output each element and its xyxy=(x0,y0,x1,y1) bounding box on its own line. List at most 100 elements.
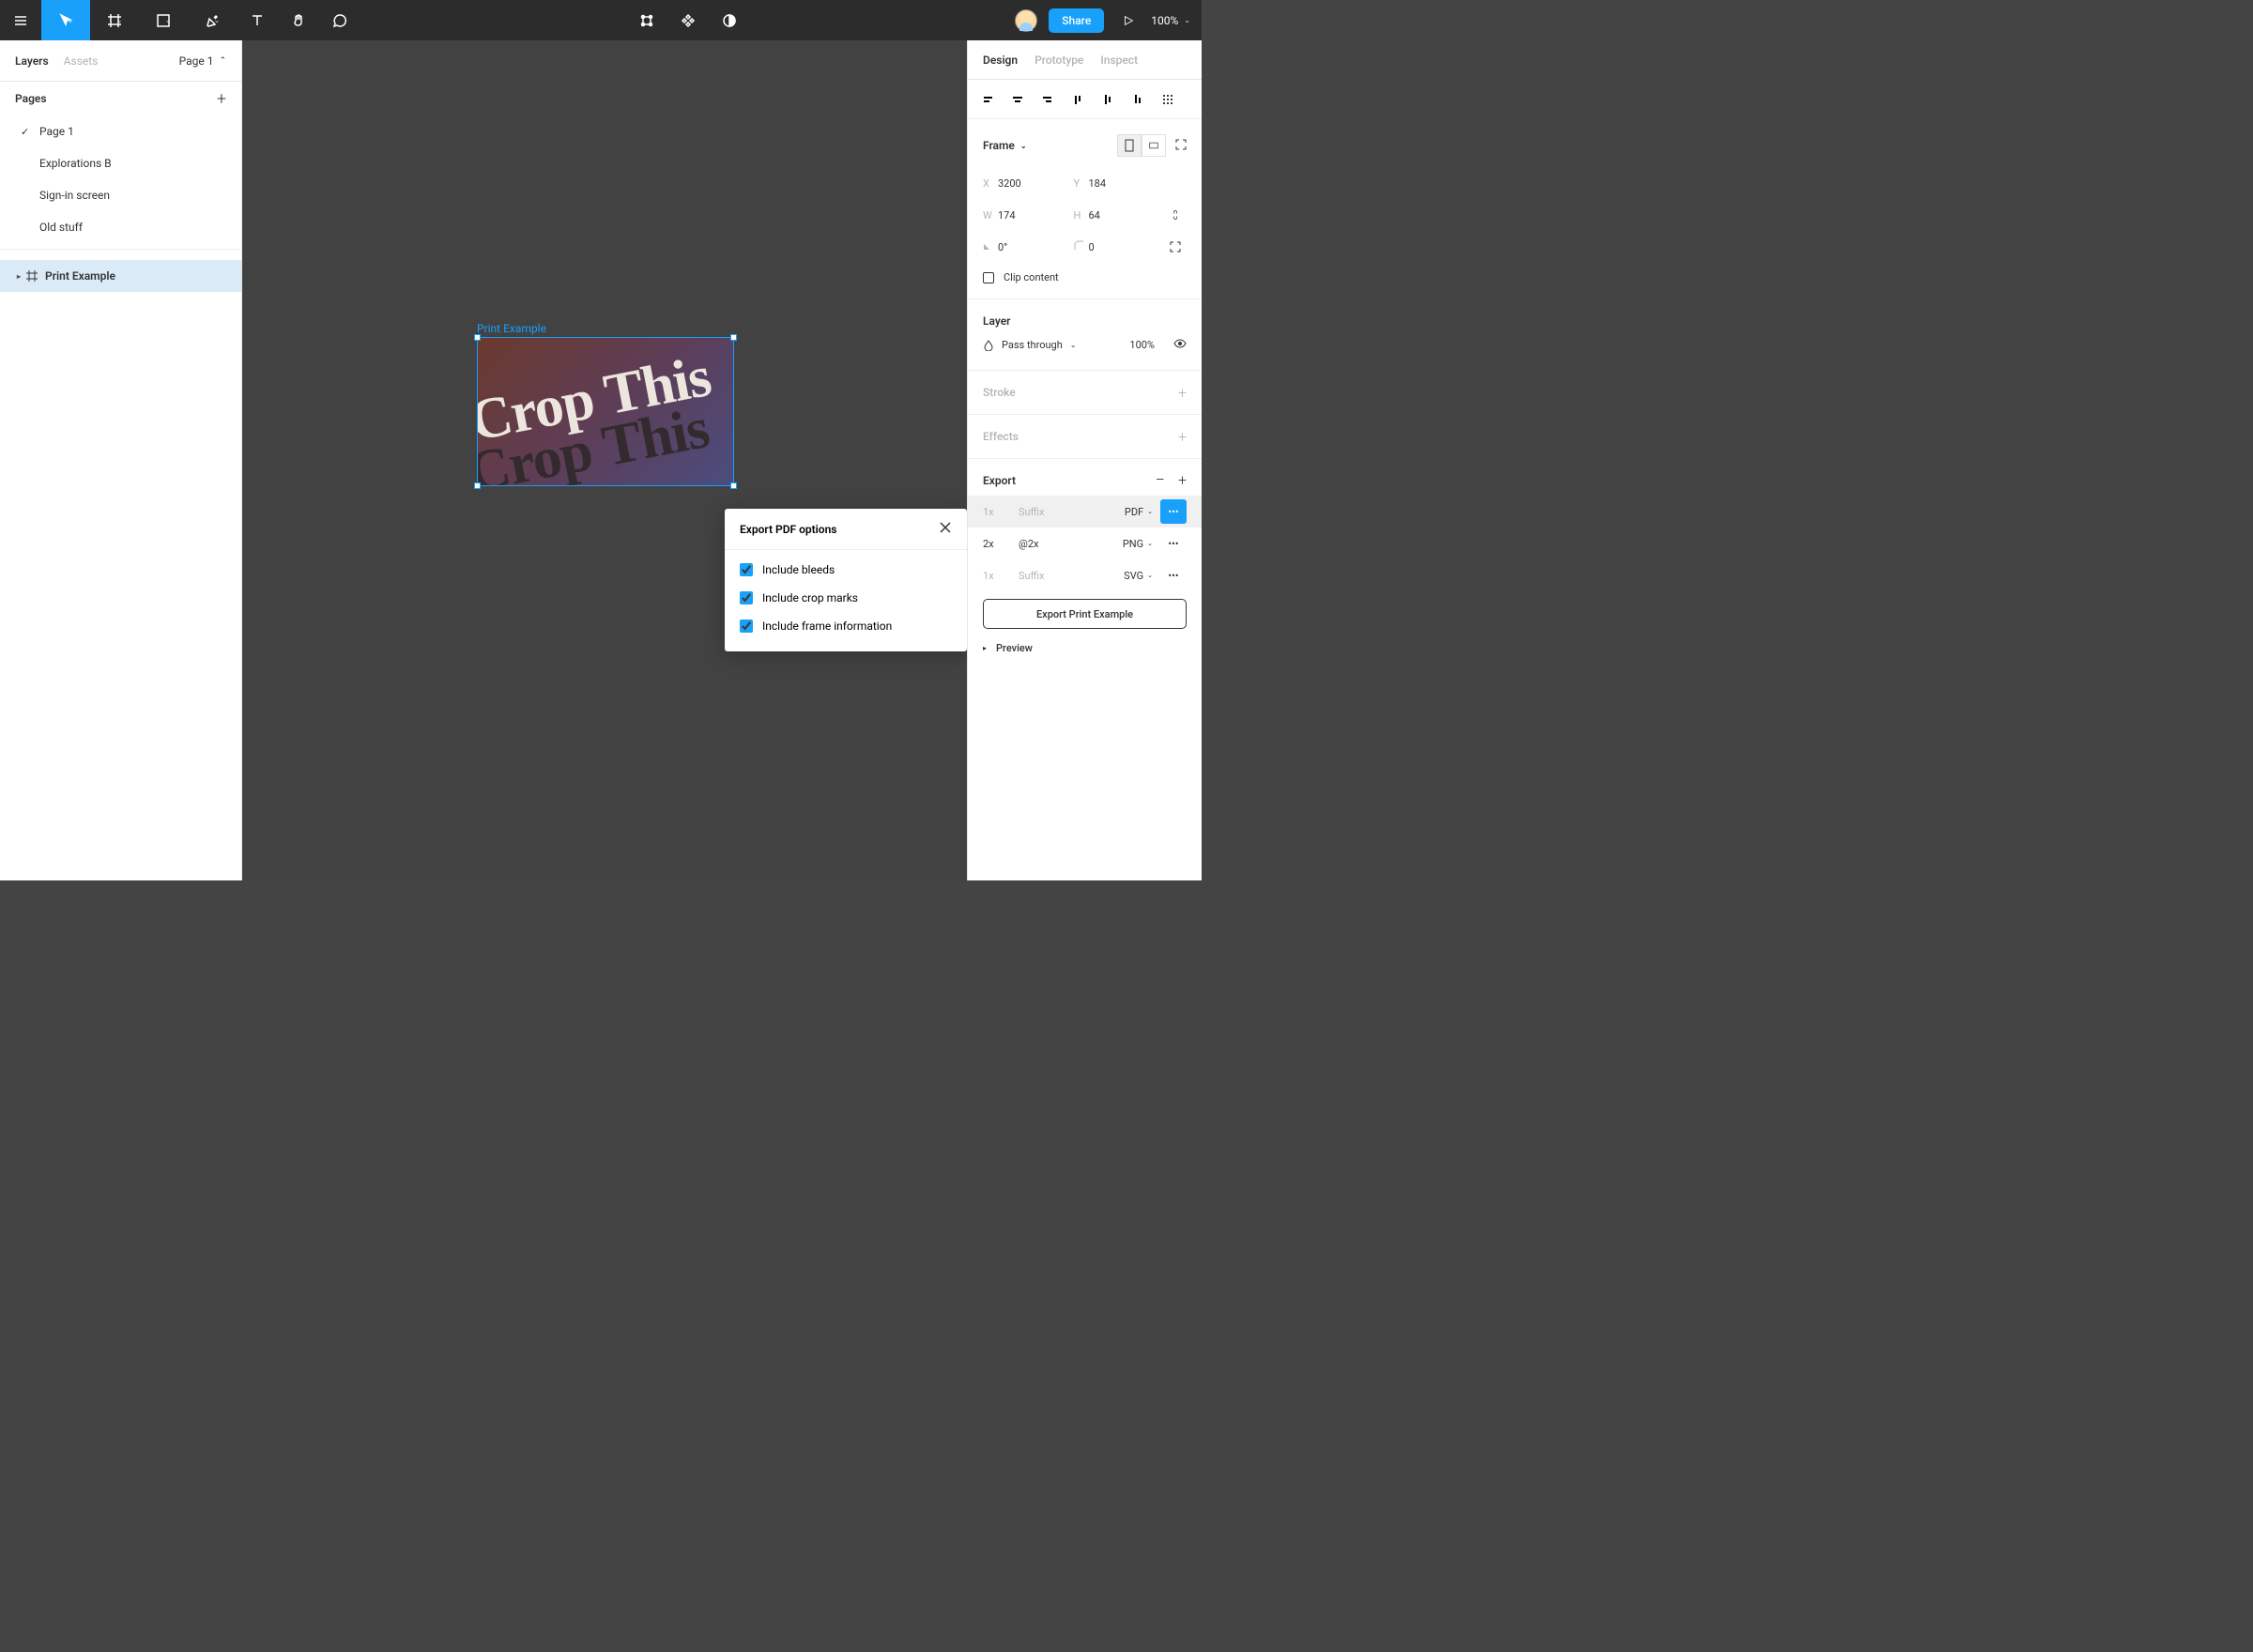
prop-y[interactable]: Y184 xyxy=(1074,170,1157,196)
prop-x[interactable]: X3200 xyxy=(983,170,1066,196)
clip-content-toggle[interactable]: Clip content xyxy=(968,264,1202,287)
export-setting-row[interactable]: 2x@2xPNG⌄ ••• xyxy=(968,528,1202,559)
visibility-toggle[interactable] xyxy=(1173,337,1187,353)
frame-tool[interactable]: ⌄ xyxy=(90,0,139,40)
option-include-crop-marks[interactable]: Include crop marks xyxy=(725,584,967,612)
export-scale[interactable]: 1x xyxy=(983,506,1019,518)
checkbox[interactable] xyxy=(740,620,753,633)
zoom-value: 100% xyxy=(1151,14,1178,27)
chevron-down-icon: ⌄ xyxy=(68,16,74,24)
prop-radius[interactable]: 0 xyxy=(1074,234,1157,260)
resize-to-fit-button[interactable] xyxy=(1175,139,1187,153)
export-suffix[interactable]: @2x xyxy=(1019,538,1115,550)
right-panel: Design Prototype Inspect Frame ⌄ X3200 Y1… xyxy=(967,40,1202,880)
hand-tool[interactable] xyxy=(278,0,319,40)
blend-mode-select[interactable]: Pass through xyxy=(1002,339,1063,351)
tab-design[interactable]: Design xyxy=(983,54,1018,67)
present-button[interactable] xyxy=(1113,14,1143,27)
orientation-portrait[interactable] xyxy=(1117,134,1142,157)
preview-toggle[interactable]: ▸ Preview xyxy=(968,629,1202,667)
share-button[interactable]: Share xyxy=(1049,8,1104,33)
export-format[interactable]: PNG⌄ xyxy=(1115,538,1153,550)
align-right-icon[interactable] xyxy=(1041,93,1054,106)
prop-rotation[interactable]: 0° xyxy=(983,234,1066,260)
frame-label[interactable]: Print Example xyxy=(477,322,546,335)
align-bottom-icon[interactable] xyxy=(1131,93,1144,106)
resize-handle-br[interactable] xyxy=(730,482,737,489)
independent-corners[interactable] xyxy=(1164,234,1187,260)
prop-h[interactable]: H64 xyxy=(1074,202,1157,228)
user-avatar[interactable] xyxy=(1015,9,1037,32)
opacity-input[interactable]: 100% xyxy=(1129,339,1155,351)
move-tool[interactable]: ⌄ xyxy=(41,0,90,40)
selection-frame[interactable]: Crop This Crop This xyxy=(477,337,734,486)
option-include-frame-info[interactable]: Include frame information xyxy=(725,612,967,640)
menu-button[interactable] xyxy=(0,0,41,40)
export-setting-row[interactable]: 1xSuffixSVG⌄ ••• xyxy=(968,559,1202,591)
export-suffix[interactable]: Suffix xyxy=(1019,506,1115,518)
export-options-button[interactable]: ••• xyxy=(1160,531,1187,556)
align-top-icon[interactable] xyxy=(1071,93,1084,106)
checkbox[interactable] xyxy=(740,591,753,604)
export-format[interactable]: SVG⌄ xyxy=(1115,570,1153,582)
export-format[interactable]: PDF⌄ xyxy=(1115,506,1153,518)
export-options-button[interactable]: ••• xyxy=(1160,499,1187,524)
add-page-button[interactable]: + xyxy=(217,89,226,109)
distribute-icon[interactable] xyxy=(1161,93,1174,106)
page-row[interactable]: Explorations B xyxy=(0,147,241,179)
pen-tool[interactable]: ⌄ xyxy=(188,0,237,40)
export-scale[interactable]: 1x xyxy=(983,570,1019,582)
edit-object-tool[interactable] xyxy=(626,0,667,40)
text-tool[interactable] xyxy=(237,0,278,40)
page-row[interactable]: Old stuff xyxy=(0,211,241,243)
export-scale[interactable]: 2x xyxy=(983,538,1019,550)
frame-section-title[interactable]: Frame xyxy=(983,139,1015,152)
align-left-icon[interactable] xyxy=(981,93,994,106)
prop-w[interactable]: W174 xyxy=(983,202,1066,228)
chevron-down-icon: ⌄ xyxy=(1070,341,1077,349)
align-row xyxy=(968,80,1202,119)
remove-export-button[interactable]: − xyxy=(1156,470,1165,490)
option-include-bleeds[interactable]: Include bleeds xyxy=(725,556,967,584)
mask-tool[interactable] xyxy=(709,0,750,40)
canvas[interactable]: Print Example Crop This Crop This Export… xyxy=(242,40,967,880)
left-panel: Layers Assets Page 1⌃ Pages + Page 1 Exp… xyxy=(0,40,242,880)
clip-content-label: Clip content xyxy=(1004,271,1059,283)
export-button[interactable]: Export Print Example xyxy=(983,599,1187,629)
align-hcenter-icon[interactable] xyxy=(1011,93,1024,106)
resize-handle-bl[interactable] xyxy=(474,482,481,489)
blend-mode-icon xyxy=(983,340,994,351)
export-setting-row[interactable]: 1xSuffixPDF⌄ ••• xyxy=(968,496,1202,528)
chevron-down-icon: ⌄ xyxy=(116,16,123,24)
tab-inspect[interactable]: Inspect xyxy=(1100,54,1138,67)
layer-row-selected[interactable]: ▸ Print Example xyxy=(0,260,241,292)
page-row[interactable]: Page 1 xyxy=(0,115,241,147)
comment-tool[interactable] xyxy=(319,0,360,40)
add-stroke-button[interactable]: + xyxy=(1178,384,1187,402)
tab-assets[interactable]: Assets xyxy=(64,54,99,68)
page-name: Explorations B xyxy=(39,157,112,170)
preview-label: Preview xyxy=(996,642,1033,654)
zoom-control[interactable]: 100%⌄ xyxy=(1143,14,1198,27)
chevron-down-icon: ⌄ xyxy=(165,16,172,24)
page-row[interactable]: Sign-in screen xyxy=(0,179,241,211)
component-tool[interactable] xyxy=(667,0,709,40)
layer-section-title: Layer xyxy=(968,311,1202,331)
orientation-landscape[interactable] xyxy=(1142,134,1166,157)
align-vcenter-icon[interactable] xyxy=(1101,93,1114,106)
resize-handle-tr[interactable] xyxy=(730,334,737,341)
caret-right-icon: ▸ xyxy=(17,272,21,281)
export-suffix[interactable]: Suffix xyxy=(1019,570,1115,582)
add-export-button[interactable]: + xyxy=(1178,471,1187,489)
add-effect-button[interactable]: + xyxy=(1178,428,1187,446)
tab-prototype[interactable]: Prototype xyxy=(1035,54,1083,67)
close-button[interactable] xyxy=(939,521,952,537)
export-options-button[interactable]: ••• xyxy=(1160,563,1187,588)
caret-right-icon: ▸ xyxy=(983,644,987,652)
constrain-proportions[interactable] xyxy=(1164,202,1187,228)
page-selector[interactable]: Page 1⌃ xyxy=(179,54,226,68)
tab-layers[interactable]: Layers xyxy=(15,54,49,68)
checkbox[interactable] xyxy=(740,563,753,576)
shape-tool[interactable]: ⌄ xyxy=(139,0,188,40)
resize-handle-tl[interactable] xyxy=(474,334,481,341)
